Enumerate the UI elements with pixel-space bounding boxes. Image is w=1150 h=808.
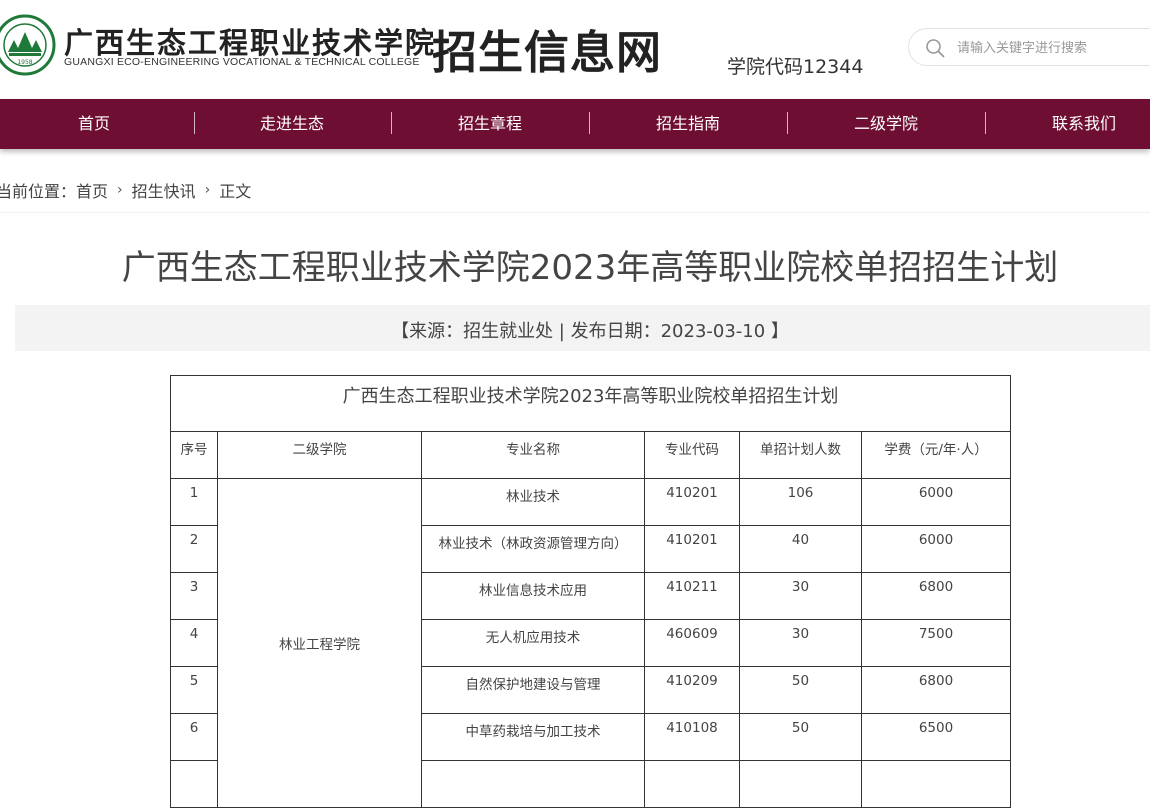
- cell-fee: 6500: [860, 713, 1012, 761]
- cell-no: 3: [170, 572, 218, 620]
- seal-year: 1958: [17, 59, 32, 66]
- search-box: [908, 28, 1150, 66]
- header-cell-plan: 单招计划人数: [739, 431, 862, 479]
- cell-major: 中草药栽培与加工技术: [421, 713, 645, 761]
- article-meta: 【来源：招生就业处 | 发布日期：2023-03-10 】: [391, 321, 789, 342]
- cell-plan: 106: [739, 478, 862, 526]
- nav-item-departments[interactable]: 二级学院: [787, 99, 985, 149]
- nav-item-contact[interactable]: 联系我们: [985, 99, 1150, 149]
- cell-major: 林业信息技术应用: [421, 572, 645, 620]
- breadcrumb-news-link[interactable]: 招生快讯: [132, 182, 196, 201]
- cell-plan: 40: [739, 525, 862, 573]
- chevron-right-icon: ›: [117, 182, 123, 198]
- article-meta-bar: 【来源：招生就业处 | 发布日期：2023-03-10 】: [15, 305, 1150, 351]
- cell-fee: 6000: [860, 478, 1012, 526]
- site-name: 招生信息网: [432, 26, 663, 79]
- search-icon[interactable]: [925, 38, 945, 58]
- breadcrumb: 当前位置：首页 › 招生快讯 › 正文: [0, 178, 251, 202]
- cell-code: 460609: [644, 619, 740, 667]
- header-cell-fee: 学费（元/年·人）: [860, 431, 1012, 479]
- college-seal-logo[interactable]: 1958: [0, 14, 56, 76]
- cell-code: 410201: [644, 478, 740, 526]
- college-code: 学院代码12344: [727, 56, 864, 78]
- table-row: 1 林业工程学院 林业技术 410201 106 6000: [170, 478, 1012, 808]
- cell-major: 林业技术: [421, 478, 645, 526]
- chevron-right-icon: ›: [204, 182, 211, 198]
- cell-code: 410211: [644, 572, 740, 620]
- cell-major: 无人机应用技术: [421, 619, 645, 667]
- cell-no: 1: [170, 478, 218, 526]
- cell-plan: 30: [739, 572, 862, 620]
- nav-item-guide[interactable]: 招生指南: [589, 99, 787, 149]
- content-divider: [0, 212, 1150, 213]
- site-header: 1958 广西生态工程职业技术学院 GUANGXI ECO-ENGINEERIN…: [0, 0, 1150, 98]
- cell-no: 2: [170, 525, 218, 573]
- header-cell-code: 专业代码: [644, 431, 740, 479]
- cell-plan: 50: [739, 713, 862, 761]
- table-header-row: 序号 二级学院 专业名称 专业代码 单招计划人数 学费（元/年·人）: [170, 431, 1012, 479]
- nav-item-home[interactable]: 首页: [0, 99, 193, 149]
- main-nav: 首页 走进生态 招生章程 招生指南 二级学院 联系我们: [0, 99, 1150, 149]
- breadcrumb-home-link[interactable]: 首页: [76, 182, 108, 201]
- cell-department: 林业工程学院: [217, 478, 422, 808]
- nav-item-regulations[interactable]: 招生章程: [391, 99, 589, 149]
- nav-item-about[interactable]: 走进生态: [193, 99, 391, 149]
- article-title: 广西生态工程职业技术学院2023年高等职业院校单招招生计划: [121, 248, 1059, 288]
- cell-major: 自然保护地建设与管理: [421, 666, 645, 714]
- header-cell-major: 专业名称: [421, 431, 645, 479]
- cell-no: 5: [170, 666, 218, 714]
- enrollment-plan-table: 广西生态工程职业技术学院2023年高等职业院校单招招生计划 序号 二级学院 专业…: [169, 375, 1012, 808]
- header-cell-department: 二级学院: [217, 431, 422, 479]
- cell-plan: 50: [739, 666, 862, 714]
- school-name-en: GUANGXI ECO-ENGINEERING VOCATIONAL & TEC…: [64, 56, 420, 68]
- table-caption: 广西生态工程职业技术学院2023年高等职业院校单招招生计划: [169, 375, 1012, 432]
- cell-major: 林业技术（林政资源管理方向）: [421, 525, 645, 573]
- cell-code: 410209: [644, 666, 740, 714]
- breadcrumb-current: 正文: [219, 182, 252, 201]
- cell-code: 410201: [644, 525, 740, 573]
- cell-fee: 7500: [860, 619, 1012, 667]
- search-input[interactable]: [955, 35, 1149, 61]
- cell-plan: 30: [739, 619, 862, 667]
- cell-fee: 6800: [860, 572, 1012, 620]
- cell-fee: 6800: [860, 666, 1012, 714]
- cell-fee: 6000: [860, 525, 1012, 573]
- breadcrumb-prefix: 当前位置：: [0, 182, 77, 201]
- header-cell-no: 序号: [170, 431, 218, 479]
- cell-code: 410108: [644, 713, 740, 761]
- cell-no: 6: [170, 713, 218, 761]
- cell-no: 4: [170, 619, 218, 667]
